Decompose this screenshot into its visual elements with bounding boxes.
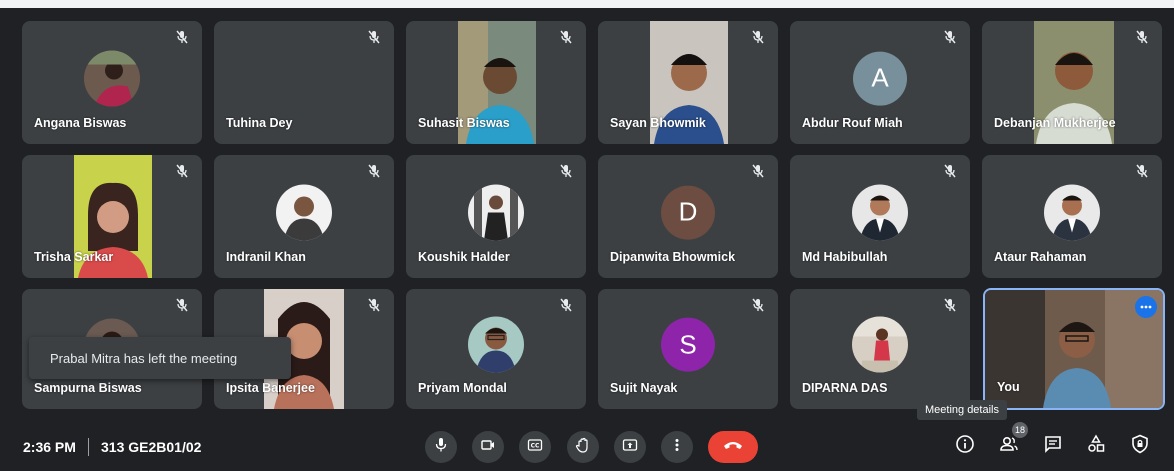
participant-name: Md Habibullah: [802, 250, 888, 264]
mic-off-icon: [942, 297, 958, 313]
bottom-bar: 2:36 PM 313 GE2B01/02 CC 18: [0, 420, 1174, 471]
participant-name: Ipsita Banerjee: [226, 381, 315, 395]
participant-name: Indranil Khan: [226, 250, 306, 264]
avatar: [1044, 184, 1100, 241]
info-icon: [955, 434, 975, 459]
tooltip: Meeting details: [917, 400, 1007, 420]
participant-name: Debanjan Mukherjee: [994, 116, 1116, 130]
mic-off-icon: [1134, 29, 1150, 45]
self-view-tile[interactable]: You: [983, 288, 1165, 410]
activities-button[interactable]: [1081, 431, 1111, 461]
hangup-icon: [723, 438, 743, 456]
participant-tile[interactable]: Tuhina Dey: [214, 21, 394, 144]
participant-name: Tuhina Dey: [226, 116, 293, 130]
mic-off-icon: [558, 29, 574, 45]
participant-name: Sampurna Biswas: [34, 381, 142, 395]
meeting-code: 313 GE2B01/02: [101, 439, 202, 455]
present-icon: [622, 437, 638, 458]
avatar: S: [661, 317, 715, 372]
camera-icon: [480, 437, 496, 458]
present-screen-button[interactable]: [614, 431, 646, 463]
chat-icon: [1043, 434, 1063, 459]
host-controls-button[interactable]: [1125, 431, 1155, 461]
participant-name: Dipanwita Bhowmick: [610, 250, 736, 264]
participant-tile[interactable]: D Dipanwita Bhowmick: [598, 155, 778, 278]
mic-off-icon: [558, 297, 574, 313]
participant-name: Trisha Sarkar: [34, 250, 114, 264]
participant-name: Koushik Halder: [418, 250, 510, 264]
mic-off-icon: [174, 297, 190, 313]
participant-tile[interactable]: DIPARNA DAS: [790, 289, 970, 409]
participant-name: Abdur Rouf Miah: [802, 116, 903, 130]
camera-button[interactable]: [472, 431, 504, 463]
mic-off-icon: [558, 163, 574, 179]
more-options-button[interactable]: [661, 431, 693, 463]
mic-off-icon: [750, 297, 766, 313]
shield-lock-icon: [1130, 434, 1150, 459]
participant-tile[interactable]: Priyam Mondal: [406, 289, 586, 409]
avatar: A: [853, 51, 907, 106]
participant-tile[interactable]: Trisha Sarkar: [22, 155, 202, 278]
microphone-icon: [433, 437, 449, 458]
avatar: [468, 184, 524, 241]
participant-name: Sayan Bhowmik: [610, 116, 706, 130]
mic-off-icon: [366, 163, 382, 179]
avatar: [468, 316, 524, 373]
participant-tile[interactable]: Ataur Rahaman: [982, 155, 1162, 278]
mic-off-icon: [1134, 163, 1150, 179]
hand-icon: [575, 437, 591, 458]
mic-off-icon: [366, 29, 382, 45]
more-options-button[interactable]: [1135, 296, 1157, 318]
divider: [88, 438, 89, 456]
chat-button[interactable]: [1038, 431, 1068, 461]
meeting-details-button[interactable]: [950, 431, 980, 461]
participant-tile[interactable]: Sayan Bhowmik: [598, 21, 778, 144]
mic-off-icon: [366, 297, 382, 313]
avatar: [852, 316, 908, 373]
tooltip-text: Meeting details: [925, 404, 999, 416]
activities-icon: [1086, 434, 1106, 459]
more-vert-icon: [669, 437, 685, 458]
participant-name: Sujit Nayak: [610, 381, 678, 395]
participant-name: Angana Biswas: [34, 116, 127, 130]
participant-name: Priyam Mondal: [418, 381, 507, 395]
captions-icon: CC: [527, 437, 543, 458]
participant-tile[interactable]: Koushik Halder: [406, 155, 586, 278]
avatar: D: [661, 185, 715, 240]
participant-tile[interactable]: S Sujit Nayak: [598, 289, 778, 409]
mic-off-icon: [942, 29, 958, 45]
leave-call-button[interactable]: [708, 431, 758, 463]
mic-off-icon: [174, 163, 190, 179]
microphone-button[interactable]: [425, 431, 457, 463]
participant-tile[interactable]: Md Habibullah: [790, 155, 970, 278]
toast-text: Prabal Mitra has left the meeting: [50, 350, 238, 366]
participant-name: Ataur Rahaman: [994, 250, 1087, 264]
mic-off-icon: [750, 29, 766, 45]
participant-name: Suhasit Biswas: [418, 116, 510, 130]
participant-tile[interactable]: A Abdur Rouf Miah: [790, 21, 970, 144]
participant-tile[interactable]: Suhasit Biswas: [406, 21, 586, 144]
avatar: [852, 184, 908, 241]
people-button[interactable]: [994, 431, 1024, 461]
avatar: [84, 50, 140, 107]
participant-name: DIPARNA DAS: [802, 381, 888, 395]
participant-tile[interactable]: Angana Biswas: [22, 21, 202, 144]
people-icon: [999, 434, 1019, 459]
mic-off-icon: [750, 163, 766, 179]
notification-toast: Prabal Mitra has left the meeting: [29, 337, 291, 379]
svg-text:CC: CC: [531, 442, 540, 449]
meeting-time: 2:36 PM: [23, 439, 76, 455]
avatar: [276, 184, 332, 241]
captions-button[interactable]: CC: [519, 431, 551, 463]
mic-off-icon: [942, 163, 958, 179]
participant-name: You: [997, 380, 1020, 394]
participant-tile[interactable]: Debanjan Mukherjee: [982, 21, 1162, 144]
participant-tile[interactable]: Indranil Khan: [214, 155, 394, 278]
raise-hand-button[interactable]: [567, 431, 599, 463]
mic-off-icon: [174, 29, 190, 45]
